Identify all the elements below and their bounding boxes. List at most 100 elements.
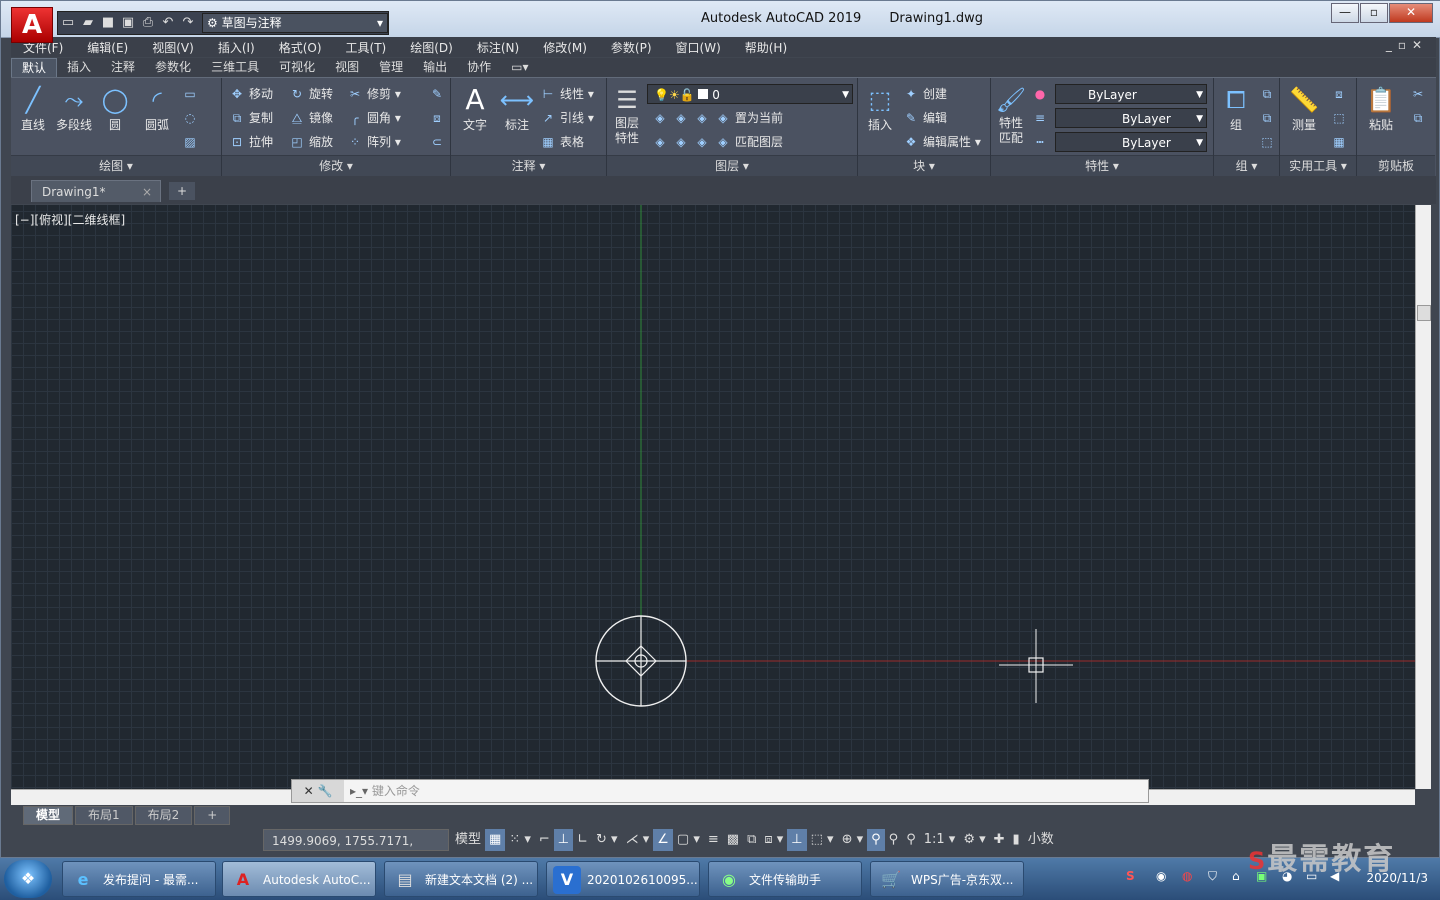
menu-modify[interactable]: 修改(M) — [531, 39, 599, 56]
selection-cycling-icon[interactable]: ⧉ — [743, 829, 760, 851]
panel-block-title[interactable]: 块 ▾ — [858, 155, 990, 176]
explode-button[interactable]: ⧈ — [428, 108, 449, 128]
leader-button[interactable]: ↗ 引线 ▾ — [539, 108, 594, 128]
menu-parametric[interactable]: 参数(P) — [599, 39, 664, 56]
drawing-canvas[interactable]: [−][俯视][二维线框] — [11, 205, 1415, 789]
move-button[interactable]: ✥ 移动 — [228, 84, 273, 104]
linetype-select[interactable]: ByLayer ▼ — [1055, 108, 1207, 128]
color-select[interactable]: ByLayer ▼ — [1055, 84, 1207, 104]
taskbar-item-video[interactable]: V 2020102610095... — [546, 861, 700, 897]
edit-attributes-button[interactable]: ❖ 编辑属性 ▾ — [902, 132, 981, 152]
create-block-button[interactable]: ✦ 创建 — [902, 84, 947, 104]
annotation-scale-icon[interactable]: ⚲ — [902, 829, 920, 851]
wrench-icon[interactable]: 🔧 — [317, 784, 332, 798]
grid-icon[interactable]: ▦ — [485, 829, 506, 851]
group-edit-button[interactable]: ⧉ — [1258, 108, 1279, 128]
shield-icon[interactable]: ⛉ — [1208, 869, 1217, 884]
isodraft-icon[interactable]: ⋌ ▾ — [622, 829, 654, 851]
arc-button[interactable]: ◜ 圆弧 — [137, 84, 177, 133]
layer-select[interactable]: 💡☀🔓 0 ▼ — [647, 84, 853, 104]
close-tab-icon[interactable]: × — [142, 181, 152, 203]
object-snap-icon[interactable]: ▢ ▾ — [673, 829, 704, 851]
group-button[interactable]: ⧠ 组 — [1216, 84, 1256, 133]
tab-visualize[interactable]: 可视化 — [269, 58, 325, 77]
annotation-monitor-icon[interactable]: ✚ — [990, 829, 1009, 851]
array-button[interactable]: ⁘ 阵列 ▾ — [346, 132, 401, 152]
dynamic-input-icon[interactable]: ⊥ — [553, 829, 574, 851]
print-icon[interactable]: ⎙ — [138, 13, 158, 33]
menu-tools[interactable]: 工具(T) — [334, 39, 399, 56]
panel-annotation-title[interactable]: 注释 ▾ — [451, 155, 606, 176]
menu-window[interactable]: 窗口(W) — [664, 39, 733, 56]
add-layout-button[interactable]: + — [194, 806, 231, 825]
menu-edit[interactable]: 编辑(E) — [75, 39, 140, 56]
calculator-button[interactable]: ▦ — [1330, 132, 1351, 152]
cut-button[interactable]: ✂ — [1409, 84, 1430, 104]
menu-dimension[interactable]: 标注(N) — [465, 39, 531, 56]
save-icon[interactable]: ■ — [98, 13, 118, 33]
menu-insert[interactable]: 插入(I) — [206, 39, 267, 56]
transparency-icon[interactable]: ▩ — [723, 829, 743, 851]
tab-3d-tools[interactable]: 三维工具 — [201, 58, 269, 77]
maximize-button[interactable]: ▫ — [1360, 3, 1388, 23]
tab-manage[interactable]: 管理 — [369, 58, 413, 77]
trim-button[interactable]: ✂ 修剪 ▾ — [346, 84, 401, 104]
undo-icon[interactable]: ↶ — [158, 13, 178, 33]
start-button[interactable]: ❖ — [4, 860, 52, 898]
application-menu-button[interactable]: A — [11, 7, 53, 43]
tab-layout1[interactable]: 布局1 — [75, 806, 133, 825]
scale-button[interactable]: ◰ 缩放 — [288, 132, 333, 152]
taskbar-item-ie[interactable]: e 发布提问 - 最需... — [62, 861, 216, 897]
gizmo-icon[interactable]: ⊕ ▾ — [838, 829, 868, 851]
infer-constraints-icon[interactable]: ⌐ — [535, 829, 554, 851]
copy-clip-button[interactable]: ⧉ — [1409, 108, 1430, 128]
line-button[interactable]: ╱ 直线 — [13, 84, 53, 133]
panel-draw-title[interactable]: 绘图 ▾ — [11, 155, 221, 176]
doc-tab-drawing1[interactable]: Drawing1* × — [31, 180, 161, 202]
gradient-button[interactable]: ▨ — [181, 132, 202, 152]
panel-clipboard-title[interactable]: 剪贴板 — [1357, 155, 1435, 176]
tab-model[interactable]: 模型 — [23, 806, 74, 825]
command-line-tools[interactable]: ✕ 🔧 — [292, 780, 344, 802]
weibo-icon[interactable]: ◍ — [1182, 869, 1192, 883]
group-select-button[interactable]: ⬚ — [1258, 132, 1279, 152]
tab-annotate[interactable]: 注释 — [101, 58, 145, 77]
close-button[interactable]: ✕ — [1389, 3, 1433, 23]
panel-groups-title[interactable]: 组 ▾ — [1214, 155, 1279, 176]
document-window-controls[interactable]: _▫✕ — [1386, 38, 1428, 52]
new-tab-button[interactable]: + — [169, 182, 195, 200]
erase-button[interactable]: ✎ — [428, 84, 449, 104]
copy-button[interactable]: ⧉ 复制 — [228, 108, 273, 128]
coordinates-readout[interactable]: 1499.9069, 1755.7171, 0.0000 — [263, 829, 449, 870]
dynamic-ucs-icon[interactable]: ⊥ — [787, 829, 807, 851]
fillet-button[interactable]: ╭ 圆角 ▾ — [346, 108, 400, 128]
annotation-visibility-icon[interactable]: ⚲ — [867, 829, 885, 851]
match-properties-button[interactable]: 🖌 特性 匹配 — [993, 84, 1029, 146]
command-input[interactable]: ▸_▾ 键入命令 — [350, 780, 1110, 802]
ungroup-button[interactable]: ⧉ — [1258, 84, 1279, 104]
auto-scale-icon[interactable]: ⚲ — [885, 829, 903, 851]
offset-button[interactable]: ⊂ — [428, 132, 449, 152]
units-value[interactable]: 小数 — [1024, 829, 1058, 851]
close-icon[interactable]: ✕ — [304, 784, 314, 798]
dimension-button[interactable]: ⟷ 标注 — [497, 84, 537, 133]
model-space-toggle[interactable]: 模型 — [451, 829, 485, 851]
save-as-icon[interactable]: ▣ — [118, 13, 138, 33]
network-icon[interactable]: ⌂ — [1232, 869, 1240, 883]
taskbar-item-wechat[interactable]: ◉ 文件传输助手 — [708, 861, 862, 897]
mirror-button[interactable]: ⧋ 镜像 — [288, 108, 333, 128]
taskbar-item-notepad[interactable]: ▤ 新建文本文档 (2) ... — [384, 861, 538, 897]
hatch-button[interactable]: ◌ — [181, 108, 202, 128]
taskbar-item-wps-ad[interactable]: 🛒 WPS广告-京东双... — [870, 861, 1024, 897]
vertical-scrollbar[interactable] — [1415, 205, 1431, 789]
table-button[interactable]: ▦ 表格 — [539, 132, 584, 152]
edit-block-button[interactable]: ✎ 编辑 — [902, 108, 947, 128]
menu-draw[interactable]: 绘图(D) — [398, 39, 465, 56]
tab-layout2[interactable]: 布局2 — [134, 806, 193, 825]
3d-osnap-icon[interactable]: ⧈ ▾ — [760, 829, 787, 851]
tab-parametric[interactable]: 参数化 — [145, 58, 201, 77]
scroll-thumb[interactable] — [1417, 305, 1431, 321]
lineweight-select[interactable]: ByLayer ▼ — [1055, 132, 1207, 152]
selection-filter-icon[interactable]: ⬚ ▾ — [807, 829, 838, 851]
select-all-button[interactable]: ⬚ — [1330, 108, 1351, 128]
